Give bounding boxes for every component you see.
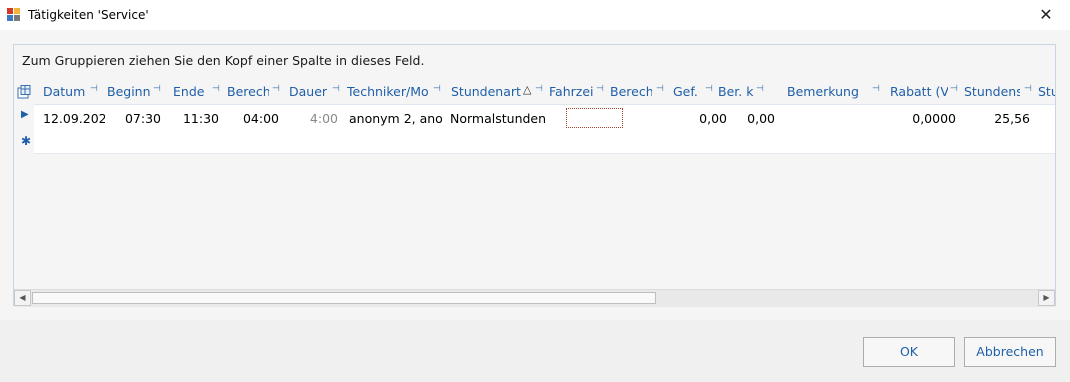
- pin-icon[interactable]: ⊣: [535, 84, 543, 94]
- cell-stundenart[interactable]: Normalstunden: [450, 111, 564, 126]
- current-row-indicator-icon: ▶: [21, 109, 29, 120]
- column-header-gef[interactable]: Gef.: [673, 84, 701, 102]
- column-header-stundenart[interactable]: Stundenart: [451, 84, 521, 102]
- activities-grid: Zum Gruppieren ziehen Sie den Kopf einer…: [13, 44, 1056, 307]
- app-form-icon: [7, 8, 21, 22]
- table-row[interactable]: 12.09.202 07:30 11:30 04:00 4:00 anonym …: [34, 104, 1055, 131]
- new-row-icon: ✱: [21, 134, 32, 148]
- new-row[interactable]: [34, 130, 1055, 154]
- cell-beginn[interactable]: 07:30: [107, 111, 161, 126]
- sort-ascending-icon: △: [523, 83, 532, 96]
- cell-ende[interactable]: 11:30: [169, 111, 219, 126]
- cell-techniker[interactable]: anonym 2, ano: [349, 111, 445, 126]
- group-by-panel[interactable]: Zum Gruppieren ziehen Sie den Kopf einer…: [22, 53, 424, 68]
- pin-icon[interactable]: ⊣: [656, 84, 664, 94]
- column-header-row: Datum ⊣ Beginn ⊣ Ende ⊣ Berech ⊣ Dauer ⊣…: [14, 81, 1055, 103]
- pin-icon[interactable]: ⊣: [756, 84, 764, 94]
- column-header-stundensatz[interactable]: Stundens: [964, 84, 1020, 102]
- cell-dauer[interactable]: 4:00: [287, 111, 338, 126]
- cell-gef[interactable]: 0,00: [682, 111, 727, 126]
- column-header-ende[interactable]: Ende: [173, 84, 208, 102]
- title-bar: Tätigkeiten 'Service' ✕: [0, 0, 1070, 30]
- pin-icon[interactable]: ⊣: [1024, 84, 1032, 94]
- column-header-dauer[interactable]: Dauer: [289, 84, 329, 102]
- column-header-datum[interactable]: Datum: [43, 84, 85, 102]
- pin-icon[interactable]: ⊣: [596, 84, 604, 94]
- column-header-rabatt[interactable]: Rabatt (V: [890, 84, 948, 102]
- cell-rabatt[interactable]: 0,0000: [886, 111, 956, 126]
- column-header-techniker[interactable]: Techniker/Mo: [347, 84, 429, 102]
- column-header-beginn[interactable]: Beginn: [107, 84, 155, 102]
- pin-icon[interactable]: ⊣: [153, 84, 161, 94]
- window-title: Tätigkeiten 'Service': [28, 8, 149, 22]
- pin-icon[interactable]: ⊣: [433, 84, 441, 94]
- scroll-left-icon[interactable]: ◀: [14, 290, 31, 306]
- close-icon[interactable]: ✕: [1031, 4, 1061, 26]
- pin-icon[interactable]: ⊣: [272, 84, 280, 94]
- column-header-ber-k[interactable]: Ber. k: [718, 84, 754, 102]
- horizontal-scrollbar[interactable]: ◀ ▶: [14, 289, 1055, 307]
- column-header-berech-2[interactable]: Berech: [610, 84, 652, 102]
- cell-datum[interactable]: 12.09.202: [43, 111, 105, 126]
- scrollbar-thumb[interactable]: [32, 292, 656, 304]
- column-header-fahrzeit[interactable]: Fahrzei: [549, 84, 597, 102]
- pin-icon[interactable]: ⊣: [90, 84, 98, 94]
- cell-fahrzeit[interactable]: [566, 108, 623, 128]
- cell-berech[interactable]: 04:00: [227, 111, 279, 126]
- pin-icon[interactable]: ⊣: [872, 84, 880, 94]
- pin-icon[interactable]: ⊣: [212, 84, 220, 94]
- pin-icon[interactable]: ⊣: [950, 84, 958, 94]
- ok-button[interactable]: OK: [863, 337, 955, 367]
- column-header-stu[interactable]: Stu: [1038, 84, 1055, 102]
- pin-icon[interactable]: ⊣: [332, 84, 340, 94]
- pin-icon[interactable]: ⊣: [705, 84, 713, 94]
- cancel-button[interactable]: Abbrechen: [964, 337, 1056, 367]
- column-header-berech[interactable]: Berech: [227, 84, 269, 102]
- cell-stundensatz[interactable]: 25,56: [964, 111, 1030, 126]
- cell-ber-k[interactable]: 0,00: [731, 111, 775, 126]
- column-header-bemerkung[interactable]: Bemerkung: [787, 84, 859, 102]
- column-chooser-icon[interactable]: [17, 85, 31, 99]
- scroll-right-icon[interactable]: ▶: [1038, 290, 1055, 306]
